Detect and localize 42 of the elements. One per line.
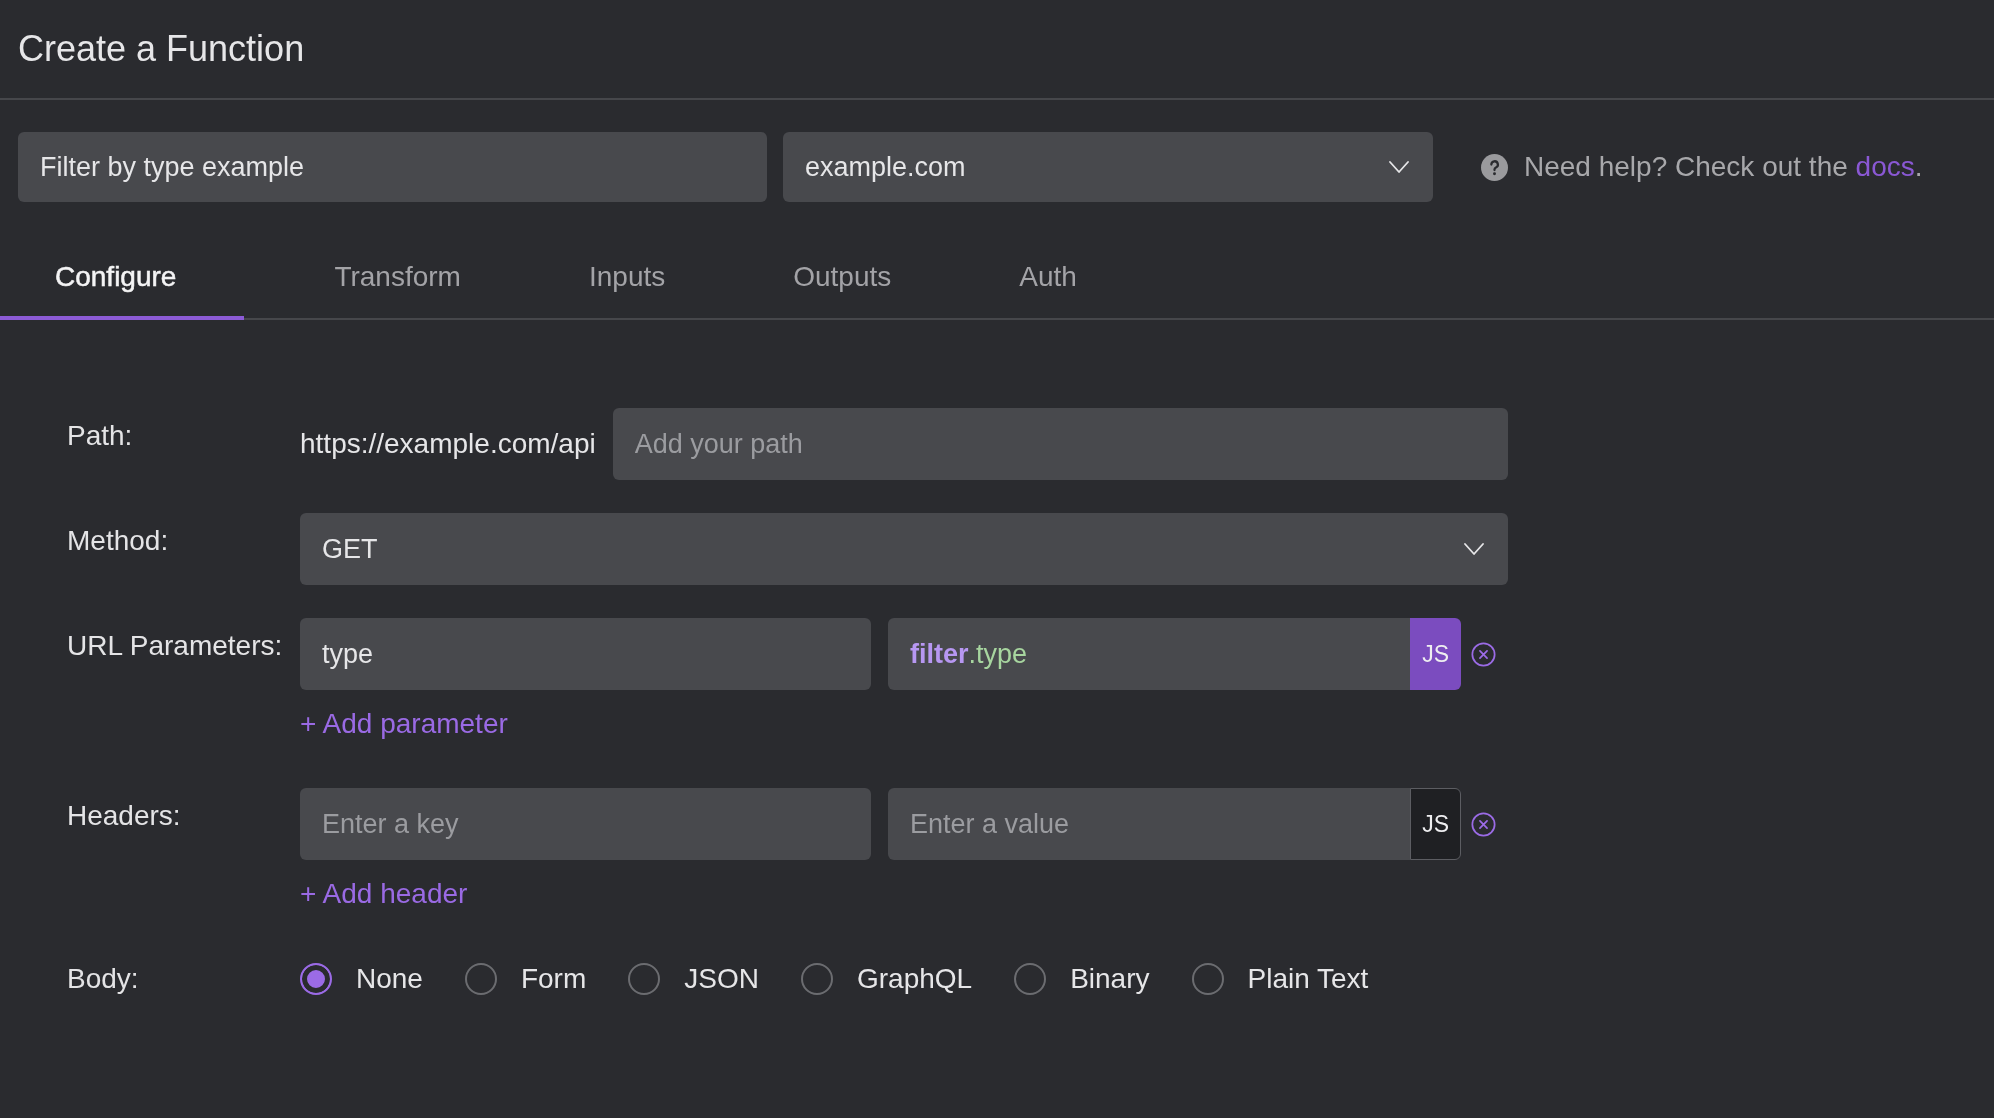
chevron-down-icon [1389,161,1409,173]
url-prefix: https://example.com/api [300,427,596,461]
tab[interactable]: Configure [0,237,245,320]
radio-button[interactable] [800,963,833,995]
method-select[interactable]: GET [300,513,1508,585]
tab[interactable]: Transform [270,237,525,320]
help-icon [1481,153,1508,181]
path-field[interactable]: Add your path [612,408,1508,480]
js-toggle[interactable]: JS [1410,618,1461,690]
filter-field[interactable]: Filter by type example [18,132,767,202]
radio-button[interactable] [1014,963,1047,995]
radio-button[interactable] [464,963,497,995]
tab[interactable]: Inputs [524,237,730,320]
option-label[interactable]: JSON [684,962,759,996]
option-label[interactable]: GraphQL [856,962,973,996]
value-field[interactable]: Enter a value [888,788,1411,860]
field-label: Path: [67,419,134,453]
close-icon[interactable] [1471,811,1496,837]
option-label[interactable]: None [356,962,423,996]
field-label: Headers: [67,799,182,833]
tab[interactable]: Outputs [729,237,956,320]
radio-button[interactable] [628,963,661,995]
page-title: Create a Function [18,27,305,71]
option-label[interactable]: Binary [1070,962,1150,996]
option-label[interactable]: Plain Text [1247,962,1369,996]
value-field[interactable]: filter.type [888,618,1411,690]
domain-select[interactable]: example.com [783,132,1433,202]
help-text: Need help? Check out the docs. [1524,150,1923,184]
key-field[interactable]: type [300,618,871,690]
field-label: URL Parameters: [67,629,284,663]
key-field[interactable]: Enter a key [300,788,871,860]
field-label: Method: [67,524,170,558]
add-parameter-link[interactable]: + Add parameter [300,707,508,741]
close-icon[interactable] [1471,641,1496,667]
field-label: Body: [67,962,140,996]
option-label[interactable]: Form [520,962,587,996]
radio-button[interactable] [1191,963,1224,995]
js-toggle[interactable]: JS [1410,788,1461,860]
radio-button[interactable] [300,963,332,995]
add-header-link[interactable]: + Add header [300,877,468,911]
chevron-down-icon [1464,543,1484,555]
tab[interactable]: Auth [955,237,1141,320]
